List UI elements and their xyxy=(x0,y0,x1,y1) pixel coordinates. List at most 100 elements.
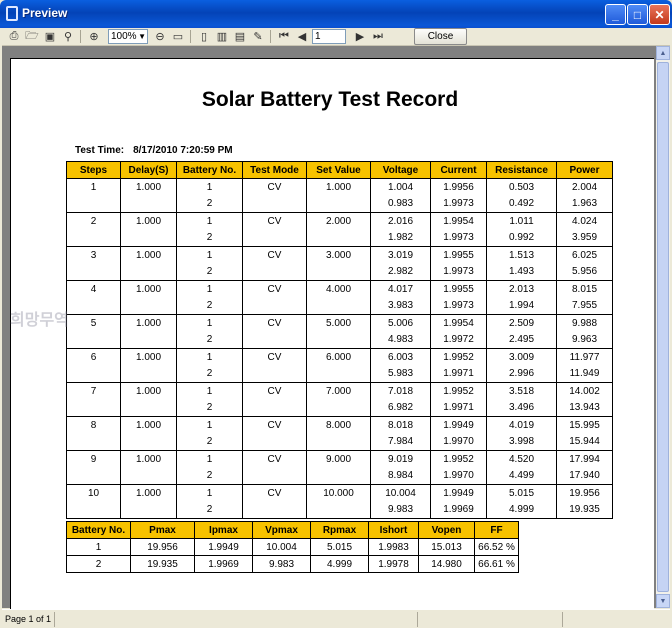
first-page-icon[interactable]: ⏮ xyxy=(276,29,292,44)
table-cell: 1.000 xyxy=(120,178,177,196)
table-cell xyxy=(242,229,307,247)
column-header: Ishort xyxy=(368,521,419,539)
table-cell: 3.518 xyxy=(486,382,557,400)
column-header: FF xyxy=(474,521,519,539)
table-cell: 11.949 xyxy=(556,365,613,383)
table-cell: 1 xyxy=(176,450,243,468)
table-cell: 1.000 xyxy=(120,416,177,434)
column-header: Vpmax xyxy=(252,521,311,539)
table-cell: 5.015 xyxy=(310,538,369,556)
edit-icon[interactable]: ✎ xyxy=(250,29,266,44)
report-title: Solar Battery Test Record xyxy=(201,88,459,111)
scroll-thumb[interactable] xyxy=(657,62,669,592)
table-cell: 3.983 xyxy=(370,297,431,315)
table-cell: 7.000 xyxy=(306,382,371,400)
column-header: Vopen xyxy=(418,521,475,539)
table-cell: 9.988 xyxy=(556,314,613,332)
table-cell: 10.004 xyxy=(252,538,311,556)
minimize-button[interactable]: _ xyxy=(605,4,626,25)
table-cell: 1.994 xyxy=(486,297,557,315)
table-cell: 1 xyxy=(66,538,131,556)
table-cell: 1.000 xyxy=(120,280,177,298)
book-view-icon[interactable]: ▤ xyxy=(232,29,248,44)
prev-page-icon[interactable]: ◀ xyxy=(294,29,310,44)
close-button[interactable]: Close xyxy=(414,28,467,45)
table-cell: 2 xyxy=(176,467,243,485)
table-cell: 4.983 xyxy=(370,331,431,349)
table-cell: 17.940 xyxy=(556,467,613,485)
table-cell xyxy=(120,195,177,213)
table-cell: 15.944 xyxy=(556,433,613,451)
zoom-select[interactable]: 100% ▼ xyxy=(108,29,148,44)
table-cell xyxy=(120,399,177,417)
table-cell: 2.982 xyxy=(370,263,431,281)
table-cell: 1.963 xyxy=(556,195,613,213)
column-header: Test Mode xyxy=(242,161,307,179)
open-folder-icon[interactable]: 🗁 xyxy=(24,29,40,44)
last-page-icon[interactable]: ⏭ xyxy=(370,29,386,44)
table-cell: 6.003 xyxy=(370,348,431,366)
next-page-icon[interactable]: ▶ xyxy=(352,29,368,44)
table-cell: 1.9971 xyxy=(430,399,487,417)
table-cell xyxy=(66,263,121,281)
table-cell: CV xyxy=(242,484,307,502)
table-cell: 5.983 xyxy=(370,365,431,383)
table-cell: 1.9973 xyxy=(430,263,487,281)
test-time-label: Test Time: xyxy=(75,145,125,156)
table-cell: 2 xyxy=(176,263,243,281)
table-cell: 1.9970 xyxy=(430,467,487,485)
table-cell: CV xyxy=(242,450,307,468)
test-record-table: Steps Delay(S) Battery No. Test Mode Set Val… xyxy=(66,161,613,519)
table-cell: 0.992 xyxy=(486,229,557,247)
save-icon[interactable]: ▣ xyxy=(42,29,58,44)
print-icon[interactable]: ⎙ xyxy=(6,29,22,44)
table-cell: 6.982 xyxy=(370,399,431,417)
table-cell: 2.013 xyxy=(486,280,557,298)
toolbar-separator xyxy=(190,30,191,43)
single-page-icon[interactable]: ▯ xyxy=(196,29,212,44)
table-cell: 6.025 xyxy=(556,246,613,264)
table-cell: 1.9969 xyxy=(194,555,253,573)
table-row: 10 1.000 1 CV 10.000 10.004 1.9949 5.015 19.956 xyxy=(66,484,613,502)
table-cell: 1.000 xyxy=(120,484,177,502)
summary-table: Battery No. Pmax Ipmax Vpmax Rpmax Ishort Vope… xyxy=(66,521,519,573)
table-row: 4 1.000 1 CV 4.000 4.017 1.9955 2.013 8.015 xyxy=(66,280,613,298)
table-cell: 1.9954 xyxy=(430,314,487,332)
table-cell xyxy=(306,433,371,451)
maximize-button[interactable]: □ xyxy=(627,4,648,25)
table-cell xyxy=(120,229,177,247)
page-number-input[interactable]: 1 xyxy=(312,29,346,44)
table-cell: 1.9954 xyxy=(430,212,487,230)
toolbar-separator xyxy=(270,30,271,43)
vertical-scrollbar[interactable]: ▲ ▼ xyxy=(656,46,670,608)
status-separator xyxy=(562,612,563,627)
table-cell xyxy=(306,365,371,383)
table-cell: 1.000 xyxy=(120,348,177,366)
table-cell: 1.004 xyxy=(370,178,431,196)
table-cell: 10 xyxy=(66,484,121,502)
scroll-down-icon[interactable]: ▼ xyxy=(656,594,670,608)
multi-page-icon[interactable]: ▥ xyxy=(214,29,230,44)
table-cell: 1.9952 xyxy=(430,450,487,468)
table-cell: CV xyxy=(242,280,307,298)
status-bar: Page 1 of 1 xyxy=(2,609,670,628)
table-cell: 2 xyxy=(176,365,243,383)
table-cell: 1 xyxy=(176,348,243,366)
table-cell: 1.000 xyxy=(120,246,177,264)
table-cell xyxy=(306,297,371,315)
table-cell xyxy=(66,433,121,451)
table-cell: 3 xyxy=(66,246,121,264)
find-icon[interactable]: ⚲ xyxy=(60,29,76,44)
table-cell: 9.000 xyxy=(306,450,371,468)
page-width-icon[interactable]: ▭ xyxy=(170,29,186,44)
close-window-button[interactable]: ✕ xyxy=(649,4,670,25)
table-cell: 5.000 xyxy=(306,314,371,332)
table-cell: 5.015 xyxy=(486,484,557,502)
table-cell xyxy=(242,365,307,383)
zoom-out-icon[interactable]: ⊖ xyxy=(152,29,168,44)
test-time-value: 8/17/2010 7:20:59 PM xyxy=(133,145,233,156)
zoom-in-icon[interactable]: ⊕ xyxy=(86,29,102,44)
column-header: Battery No. xyxy=(176,161,243,179)
table-cell: 4.000 xyxy=(306,280,371,298)
scroll-up-icon[interactable]: ▲ xyxy=(656,46,670,60)
